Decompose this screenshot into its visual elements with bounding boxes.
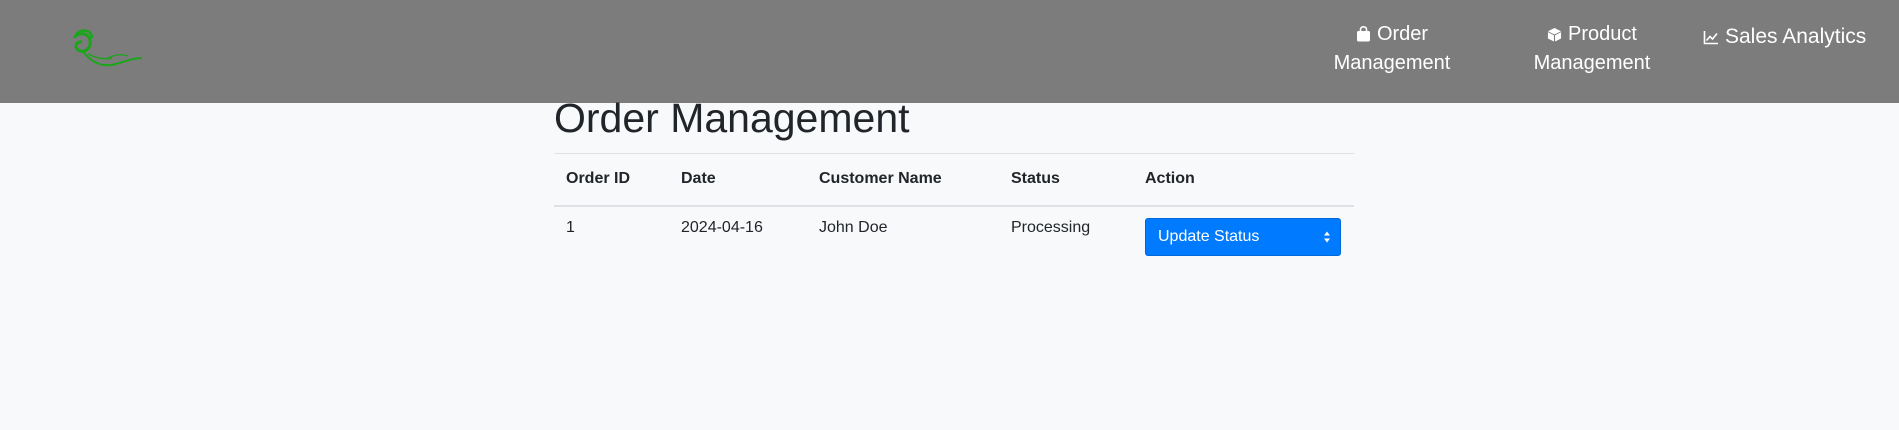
table-header-row: Order ID Date Customer Name Status Actio… (554, 153, 1354, 207)
line-chart-icon (1703, 31, 1718, 45)
select-caret-icon (1324, 231, 1330, 242)
cell-order-id: 1 (566, 218, 575, 236)
update-status-label: Update Status (1158, 227, 1260, 245)
nav-label-analytics: Sales Analytics (1725, 25, 1867, 48)
nav-product-management[interactable]: Product Management (1526, 20, 1658, 78)
top-navbar: Order Management Product Management Sale… (0, 0, 1899, 103)
table-row: 1 2024-04-16 John Doe Processing Update … (554, 206, 1354, 260)
cell-status: Processing (1011, 218, 1091, 236)
page-title: Order Management (554, 95, 910, 141)
nav-sales-analytics[interactable]: Sales Analytics (1703, 22, 1893, 51)
column-header-customer-name: Customer Name (807, 153, 999, 207)
box-icon (1547, 27, 1562, 42)
cell-action: Update Status (1133, 206, 1354, 260)
nav-label-orders: Order Management (1333, 23, 1451, 74)
leaf-logo[interactable] (68, 28, 146, 72)
column-header-order-id: Order ID (554, 153, 669, 207)
orders-table: Order ID Date Customer Name Status Actio… (554, 153, 1354, 260)
nav-order-management[interactable]: Order Management (1326, 20, 1458, 78)
cell-customer-name: John Doe (819, 218, 888, 236)
main-content: Order Management Order ID Date Customer … (554, 95, 1354, 260)
column-header-status: Status (999, 153, 1133, 207)
shopping-bag-icon (1356, 26, 1370, 42)
cell-date: 2024-04-16 (681, 218, 763, 236)
update-status-select[interactable]: Update Status (1145, 217, 1341, 256)
column-header-action: Action (1133, 153, 1354, 207)
column-header-date: Date (669, 153, 807, 207)
